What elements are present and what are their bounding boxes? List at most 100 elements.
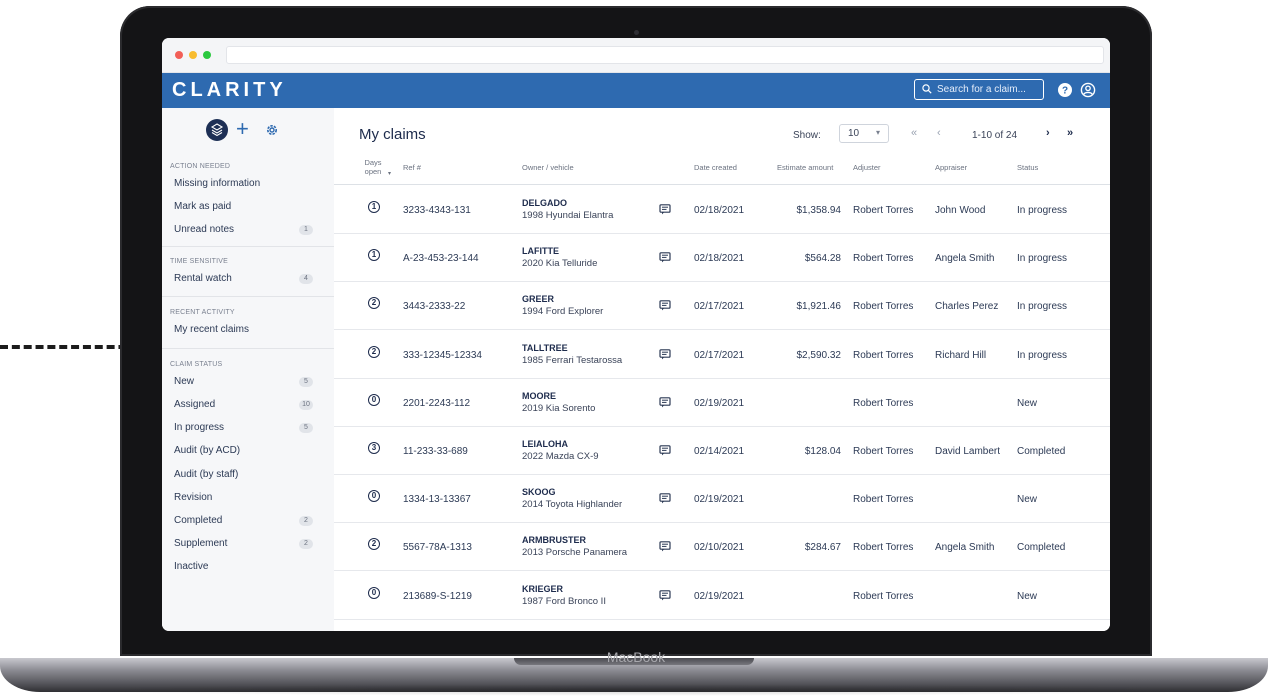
vehicle-name: 1985 Ferrari Testarossa	[522, 354, 623, 366]
date-created: 02/19/2021	[694, 494, 745, 506]
laptop-screen: CLARITY ? +	[162, 38, 1110, 631]
sidebar-item[interactable]: In progress	[174, 422, 224, 434]
plus-icon[interactable]: +	[236, 117, 249, 141]
page-size-select[interactable]: 10 ▾	[839, 124, 889, 143]
col-status[interactable]: Status	[1017, 163, 1038, 172]
vehicle-name: 2019 Kia Sorento	[522, 402, 596, 414]
claim-ref[interactable]: 213689-S-1219	[403, 591, 472, 602]
claim-status: New	[1017, 397, 1038, 409]
prev-page-button[interactable]: ‹	[937, 127, 941, 139]
layers-button[interactable]	[206, 119, 228, 141]
note-icon[interactable]	[659, 443, 671, 461]
owner-name: GREER	[522, 294, 555, 305]
col-adjuster[interactable]: Adjuster	[853, 163, 881, 172]
app-logo[interactable]: CLARITY	[172, 77, 287, 104]
sidebar-item[interactable]: Audit (by ACD)	[174, 445, 240, 457]
table-row[interactable]: 0 2201-2243-112 MOORE 2019 Kia Sorento 02/19…	[334, 378, 1110, 427]
sidebar-heading: CLAIM STATUS	[170, 361, 223, 368]
address-bar[interactable]	[226, 46, 1104, 64]
last-page-button[interactable]: »	[1067, 127, 1073, 139]
table-row[interactable]: 2 5567-78A-1313 ARMBRUSTER 2013 Porsche Pan…	[334, 522, 1110, 572]
sidebar-count-badge: 5	[299, 377, 313, 387]
next-page-button[interactable]: ›	[1046, 127, 1050, 139]
user-icon[interactable]	[1080, 82, 1096, 98]
search-input[interactable]	[937, 82, 1039, 97]
table-row[interactable]: 0 1334-13-13367 SKOOG 2014 Toyota Highlande…	[334, 474, 1110, 524]
note-icon[interactable]	[659, 347, 671, 365]
table-row[interactable]: 3 11-233-33-689 LEIALOHA 2022 Mazda CX-9 02/…	[334, 426, 1110, 475]
sidebar-item[interactable]: Assigned	[174, 399, 215, 411]
table-row[interactable]: 1 3233-4343-131 DELGADO 1998 Hyundai Elantr…	[334, 185, 1110, 234]
owner-name: KRIEGER	[522, 583, 564, 594]
adjuster-name: Robert Torres	[853, 494, 914, 506]
days-open-badge: 1	[368, 249, 380, 262]
claim-ref[interactable]: A-23-453-23-144	[403, 253, 479, 264]
sidebar-item[interactable]: Mark as paid	[174, 201, 231, 213]
sidebar-item[interactable]: Revision	[174, 492, 212, 504]
sidebar: + ACTION NEEDED Missing information Mark a…	[162, 108, 335, 631]
note-icon[interactable]	[659, 250, 671, 268]
col-owner-vehicle[interactable]: Owner / vehicle	[522, 163, 574, 172]
col-days-open[interactable]: Days open ▾	[358, 158, 391, 177]
app-header: CLARITY ?	[162, 73, 1110, 108]
window-minimize-button[interactable]	[189, 51, 197, 59]
sidebar-item[interactable]: New	[174, 376, 194, 388]
col-estimate[interactable]: Estimate amount	[777, 163, 833, 172]
adjuster-name: Robert Torres	[853, 205, 914, 216]
sidebar-divider	[162, 296, 334, 297]
sidebar-item[interactable]: Audit (by staff)	[174, 469, 238, 481]
days-open-badge: 2	[368, 345, 380, 358]
sidebar-item[interactable]: My recent claims	[174, 324, 249, 336]
claim-ref[interactable]: 5567-78A-1313	[403, 542, 472, 553]
note-icon[interactable]	[659, 491, 671, 509]
estimate-amount: $284.67	[804, 542, 841, 554]
layers-icon	[210, 123, 224, 137]
col-ref[interactable]: Ref #	[403, 163, 421, 172]
sidebar-count-badge: 5	[299, 423, 313, 433]
gear-icon[interactable]	[264, 122, 280, 138]
window-close-button[interactable]	[175, 51, 183, 59]
sidebar-count-badge: 2	[299, 539, 313, 549]
sidebar-item[interactable]: Unread notes	[174, 224, 234, 236]
sidebar-item[interactable]: Supplement	[174, 538, 227, 550]
note-icon[interactable]	[659, 588, 671, 606]
estimate-amount: $128.04	[804, 446, 841, 457]
table-row[interactable]: 0 213689-S-1219 KRIEGER 1987 Ford Bronco II…	[334, 571, 1110, 620]
owner-name: DELGADO	[522, 198, 567, 208]
help-icon[interactable]: ?	[1057, 82, 1073, 98]
table-row[interactable]: 2 3443-2333-22 GREER 1994 Ford Explorer 02/1…	[334, 281, 1110, 331]
claim-ref[interactable]: 333-12345-12334	[403, 350, 482, 361]
col-date-created[interactable]: Date created	[694, 163, 737, 172]
sidebar-count-badge: 2	[299, 516, 313, 526]
date-created: 02/19/2021	[694, 397, 745, 409]
sidebar-toolbar: +	[206, 117, 306, 143]
claim-ref[interactable]: 2201-2243-112	[403, 398, 470, 409]
sidebar-item[interactable]: Completed	[174, 515, 222, 527]
vehicle-name: 2013 Porsche Panamera	[522, 547, 628, 559]
appraiser-name: Angela Smith	[935, 253, 995, 265]
note-icon[interactable]	[659, 202, 671, 220]
table-row[interactable]: 2 333-12345-12334 TALLTREE 1985 Ferrari Tes…	[334, 330, 1110, 379]
first-page-button[interactable]: «	[911, 127, 917, 139]
sidebar-item[interactable]: Missing information	[174, 178, 260, 190]
claim-search[interactable]	[914, 79, 1044, 100]
table-row[interactable]: 1 A-23-453-23-144 LAFITTE 2020 Kia Tellurid…	[334, 233, 1110, 283]
window-maximize-button[interactable]	[203, 51, 211, 59]
vehicle-name: 2020 Kia Telluride	[522, 258, 598, 270]
claim-ref[interactable]: 3233-4343-131	[403, 205, 471, 216]
sidebar-item[interactable]: Inactive	[174, 561, 208, 573]
claim-ref[interactable]: 11-233-33-689	[403, 446, 468, 457]
adjuster-name: Robert Torres	[853, 397, 914, 409]
sidebar-item[interactable]: Rental watch	[174, 273, 232, 285]
claim-ref[interactable]: 1334-13-13367	[403, 494, 471, 505]
claim-ref[interactable]: 3443-2333-22	[403, 301, 465, 312]
note-icon[interactable]	[659, 298, 671, 316]
estimate-amount: $1,358.94	[796, 205, 842, 216]
vehicle-name: 1998 Hyundai Elantra	[522, 210, 614, 221]
note-icon[interactable]	[659, 539, 671, 557]
owner-name: ARMBRUSTER	[522, 535, 586, 546]
owner-name: LEIALOHA	[522, 439, 568, 449]
note-icon[interactable]	[659, 395, 671, 413]
adjuster-name: Robert Torres	[853, 446, 914, 457]
col-appraiser[interactable]: Appraiser	[935, 163, 967, 172]
